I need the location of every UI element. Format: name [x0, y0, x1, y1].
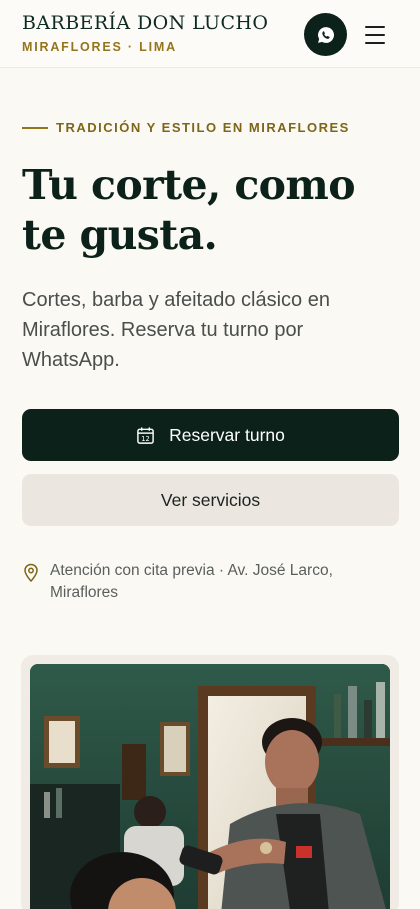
reserve-button-label: Reservar turno	[169, 424, 285, 445]
barber-photo-illustration	[30, 664, 390, 909]
address-text: Atención con cita previa · Av. José Larc…	[50, 562, 333, 601]
whatsapp-button[interactable]	[304, 13, 347, 56]
map-pin-icon	[22, 560, 40, 604]
hamburger-menu-icon-bar	[365, 42, 385, 44]
services-button-label: Ver servicios	[160, 489, 261, 510]
menu-button[interactable]	[360, 24, 390, 46]
hamburger-menu-icon	[365, 26, 385, 28]
calendar-day: 12	[141, 435, 149, 443]
services-button[interactable]: Ver servicios	[22, 474, 399, 526]
eyebrow-divider	[22, 126, 48, 129]
brand[interactable]: BARBERÍA DON LUCHO MIRAFLORES · LIMA	[22, 12, 268, 54]
site-header: BARBERÍA DON LUCHO MIRAFLORES · LIMA	[0, 0, 420, 68]
hero-eyebrow: TRADICIÓN Y ESTILO EN MIRAFLORES	[22, 120, 350, 135]
hero-headline: Tu corte, como te gusta.	[22, 161, 356, 259]
reserve-button[interactable]: 12 Reservar turno	[22, 409, 399, 461]
address-info: Atención con cita previa · Av. José Larc…	[22, 560, 382, 604]
brand-location: MIRAFLORES · LIMA	[22, 40, 177, 54]
hero-image-card	[21, 655, 399, 909]
barber-photo	[30, 664, 390, 909]
hero-subtitle: Cortes, barba y afeitado clásico en Mira…	[22, 289, 330, 371]
whatsapp-icon	[317, 26, 334, 43]
brand-name: BARBERÍA DON LUCHO	[22, 12, 269, 34]
eyebrow-text: TRADICIÓN Y ESTILO EN MIRAFLORES	[56, 120, 350, 135]
calendar-icon: 12	[136, 426, 155, 445]
hamburger-menu-icon-bar	[365, 34, 385, 36]
